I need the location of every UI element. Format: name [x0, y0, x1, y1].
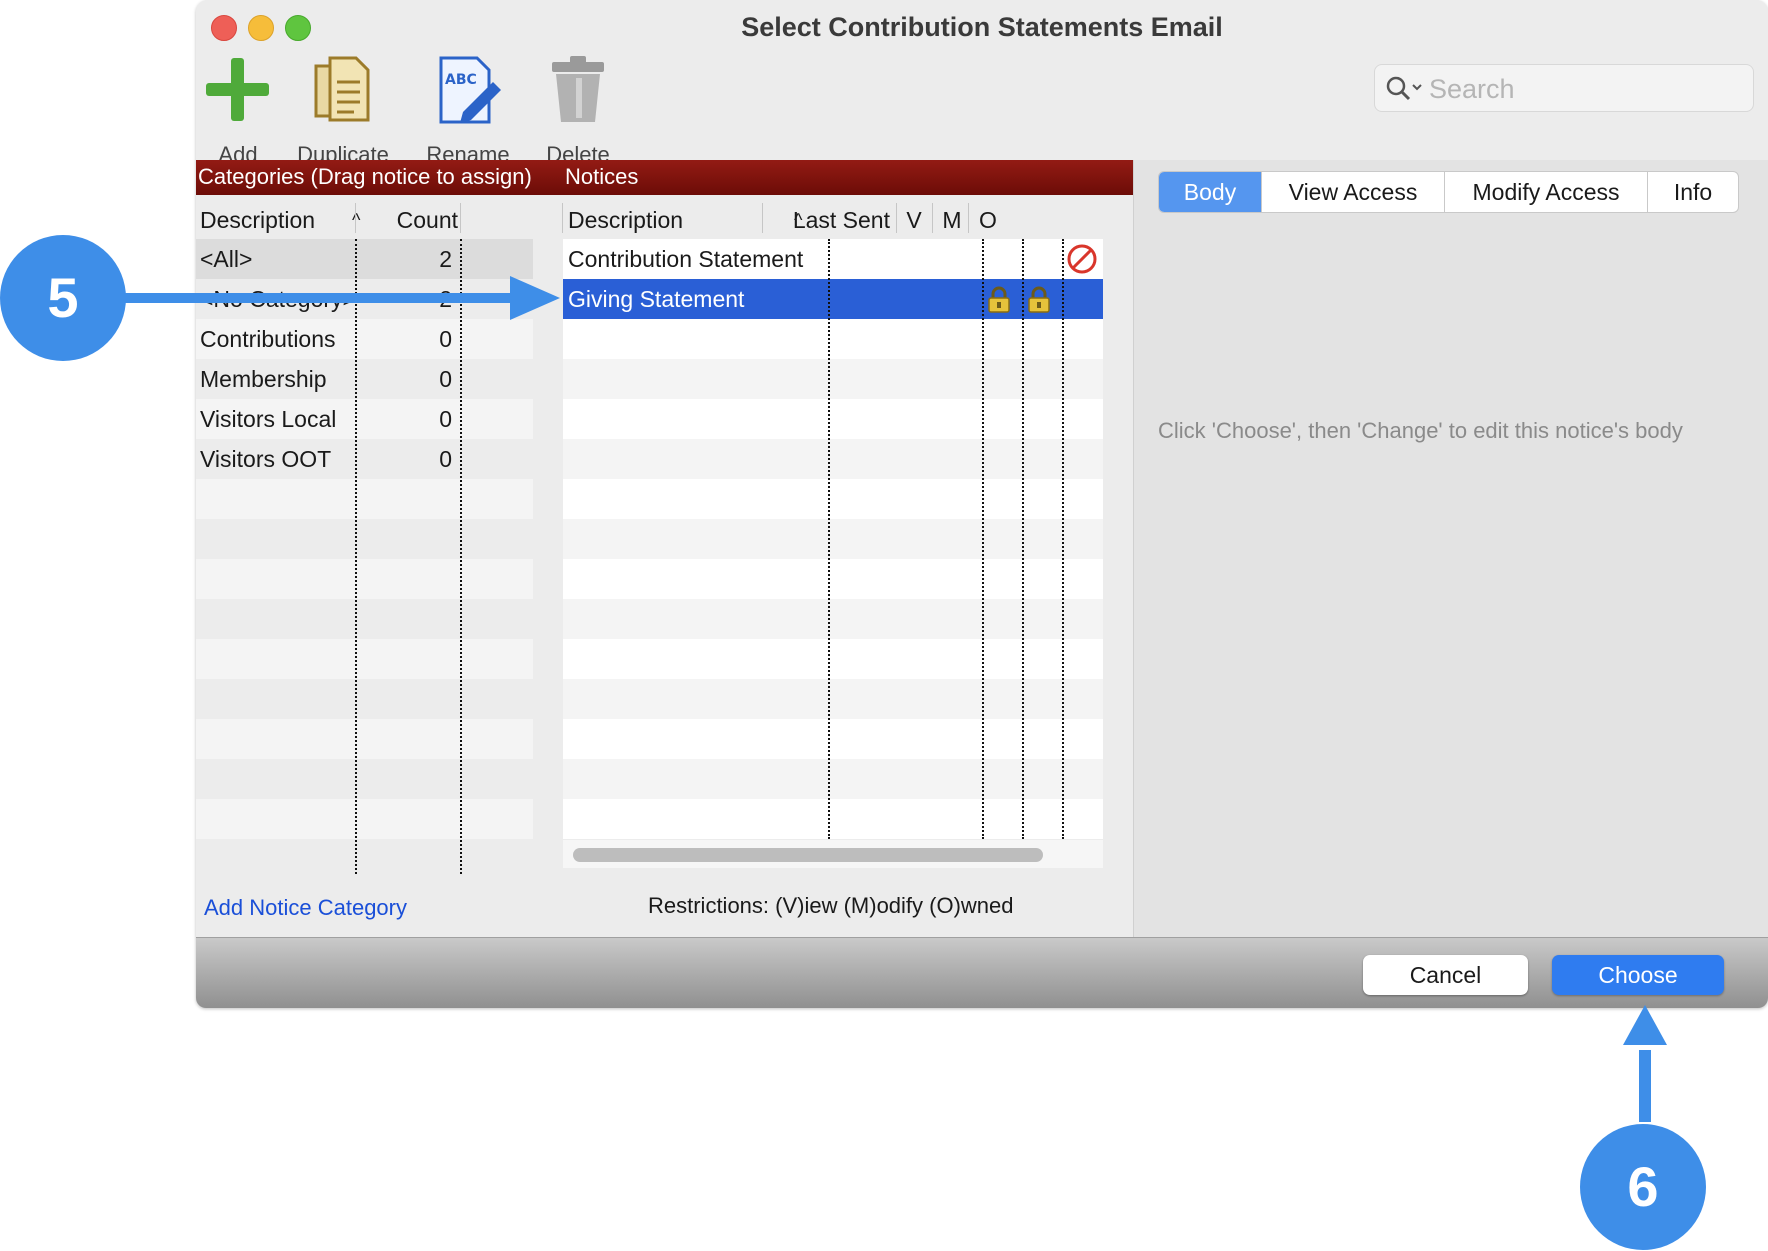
rename-pencil-icon: ABC	[439, 56, 501, 124]
category-count: 0	[439, 366, 452, 392]
column-divider	[355, 239, 357, 874]
category-count: 0	[439, 406, 452, 432]
tab-modify-access[interactable]: Modify Access	[1445, 172, 1648, 212]
category-count: 2	[439, 286, 452, 312]
notices-header: Notices	[565, 164, 639, 189]
categories-description-column-header[interactable]: Description ^	[200, 200, 360, 240]
table-row-background	[196, 759, 533, 799]
table-row-background	[196, 559, 533, 599]
step-callout-6: 6	[1580, 1124, 1706, 1250]
header-divider	[562, 203, 563, 233]
header-divider	[460, 203, 461, 233]
category-name: <No Category>	[200, 286, 356, 312]
category-row-contributions[interactable]: Contributions 0	[196, 319, 460, 359]
table-row-background	[196, 639, 533, 679]
duplicate-button[interactable]: Duplicate	[288, 54, 398, 168]
categories-header: Categories (Drag notice to assign)	[198, 164, 532, 189]
search-icon	[1386, 76, 1422, 101]
notices-table: Contribution Statement Giving Statement	[563, 239, 1103, 839]
choose-button[interactable]: Choose	[1552, 955, 1724, 995]
add-notice-category-link[interactable]: Add Notice Category	[204, 895, 407, 921]
horizontal-scrollbar[interactable]	[563, 840, 1103, 868]
category-row-visitors-oot[interactable]: Visitors OOT 0	[196, 439, 460, 479]
view-column-header[interactable]: V	[899, 200, 929, 240]
cancel-button[interactable]: Cancel	[1363, 955, 1528, 995]
tab-info[interactable]: Info	[1648, 172, 1738, 212]
header-divider	[762, 203, 763, 233]
category-row-all[interactable]: <All> 2	[196, 239, 460, 279]
column-divider	[1062, 239, 1064, 839]
categories-count-column-header[interactable]: Count	[356, 200, 458, 240]
lists-pane: Description ^ Count Description ^ Last S…	[196, 195, 1133, 937]
detail-tabs: Body View Access Modify Access Info	[1158, 171, 1739, 213]
duplicate-icon	[314, 56, 370, 122]
table-row-background	[196, 479, 533, 519]
body-hint-text: Click 'Choose', then 'Change' to edit th…	[1158, 418, 1683, 443]
category-count: 2	[439, 246, 452, 272]
category-row-visitors-local[interactable]: Visitors Local 0	[196, 399, 460, 439]
add-button[interactable]: Add	[202, 54, 274, 168]
button-bar: Cancel Choose	[196, 937, 1768, 1008]
column-divider	[1022, 239, 1024, 839]
last-sent-column-header[interactable]: Last Sent	[766, 200, 890, 240]
category-row-membership[interactable]: Membership 0	[196, 359, 460, 399]
categories-table: <All> 2 <No Category> 2 Contributions 0 …	[196, 239, 533, 879]
category-name: <All>	[200, 246, 253, 272]
header-divider	[896, 203, 897, 233]
header-divider	[355, 203, 356, 233]
panel-header-bar: Categories (Drag notice to assign) Notic…	[196, 160, 1133, 195]
detail-pane: Body View Access Modify Access Info Clic…	[1133, 160, 1768, 937]
column-divider	[828, 239, 830, 839]
category-name: Contributions	[200, 326, 336, 352]
category-name: Visitors OOT	[200, 446, 332, 472]
prohibited-icon	[1067, 244, 1097, 274]
category-count: 0	[439, 326, 452, 352]
header-divider	[932, 203, 933, 233]
column-divider	[982, 239, 984, 839]
title-bar: Select Contribution Statements Email Add…	[196, 0, 1768, 167]
category-count: 0	[439, 446, 452, 472]
owned-column-header[interactable]: O	[970, 200, 1006, 240]
svg-text:ABC: ABC	[445, 72, 477, 88]
trash-icon	[552, 56, 604, 122]
restrictions-legend: Restrictions: (V)iew (M)odify (O)wned	[648, 893, 1014, 918]
lock-icon	[988, 286, 1010, 313]
tab-body[interactable]: Body	[1159, 172, 1262, 212]
scrollbar-thumb[interactable]	[573, 848, 1043, 862]
notices-description-column-header[interactable]: Description ^	[568, 200, 802, 240]
modify-column-header[interactable]: M	[934, 200, 970, 240]
table-row-background	[196, 599, 533, 639]
table-row-background	[196, 839, 533, 879]
table-row-background	[196, 519, 533, 559]
category-name: Membership	[200, 366, 327, 392]
category-name: Visitors Local	[200, 406, 337, 432]
column-divider	[460, 239, 462, 874]
table-row-background	[196, 799, 533, 839]
rename-button[interactable]: ABC Rename	[420, 54, 516, 168]
notice-name: Giving Statement	[568, 286, 745, 312]
table-row-background	[196, 679, 533, 719]
plus-icon	[206, 58, 269, 121]
step-callout-5: 5	[0, 235, 126, 361]
lock-icon	[1028, 286, 1050, 313]
table-row-background	[196, 719, 533, 759]
header-divider	[968, 203, 969, 233]
dialog-window: Select Contribution Statements Email Add…	[196, 0, 1768, 1008]
search-field[interactable]	[1374, 64, 1754, 112]
window-title: Select Contribution Statements Email	[741, 12, 1223, 42]
category-row-no-category[interactable]: <No Category> 2	[196, 279, 460, 319]
tab-view-access[interactable]: View Access	[1262, 172, 1445, 212]
delete-button[interactable]: Delete	[536, 54, 620, 168]
notice-name: Contribution Statement	[568, 246, 804, 272]
search-input[interactable]	[1427, 73, 1741, 105]
